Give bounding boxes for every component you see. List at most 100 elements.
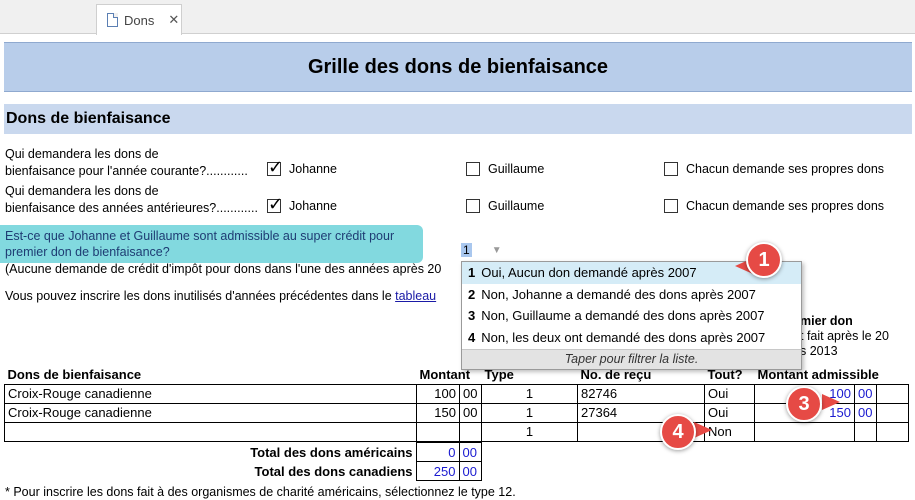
tab-dons[interactable]: Dons ✕ — [96, 4, 182, 35]
checkbox[interactable] — [466, 162, 480, 176]
table-row: 1 Non — [4, 421, 909, 442]
side-text-line: s 2013 — [800, 344, 838, 358]
table-row: Croix-Rouge canadienne 150 00 1 27364 Ou… — [4, 402, 909, 423]
total-ca-amount: 250 — [415, 461, 460, 481]
dropdown-filter-hint: Taper pour filtrer la liste. — [462, 349, 801, 369]
question-label-line: Qui demandera les dons de — [5, 184, 159, 198]
cell-empty — [876, 402, 909, 423]
cell-amount[interactable] — [416, 421, 460, 442]
cell-eligible-cents: 00 — [854, 402, 877, 423]
question-label-line: bienfaisance des années antérieures?....… — [5, 201, 258, 215]
footnote: * Pour inscrire les dons fait à des orga… — [5, 485, 516, 499]
note-text: Vous pouvez inscrire les dons inutilisés… — [5, 289, 396, 303]
cell-eligible-cents: 00 — [854, 383, 877, 404]
select-value: 1 — [461, 243, 472, 257]
option-label: Johanne — [289, 199, 337, 213]
cell-amount[interactable]: 150 — [416, 402, 460, 423]
super-credit-select[interactable]: 1 ▼ — [461, 242, 511, 258]
cell-amount[interactable]: 100 — [416, 383, 460, 404]
callout-badge-4: 4 — [660, 414, 696, 450]
cell-eligible-cents — [854, 421, 877, 442]
question-previous-years: Qui demandera les dons de bienfaisance d… — [5, 183, 258, 217]
tab-bar: Dons ✕ — [0, 0, 915, 35]
page-title: Grille des dons de bienfaisance — [4, 42, 912, 92]
total-ca-label: Total des dons canadiens — [254, 463, 413, 479]
cell-all[interactable]: Oui — [704, 402, 755, 423]
option-label: Chacun demande ses propres dons — [686, 199, 885, 213]
option-label: Chacun demande ses propres dons — [686, 162, 885, 176]
cell-name[interactable]: Croix-Rouge canadienne — [4, 402, 417, 423]
super-credit-note: (Aucune demande de crédit d'impôt pour d… — [5, 262, 442, 276]
option-each-previous[interactable]: Chacun demande ses propres dons — [664, 199, 884, 213]
close-icon[interactable]: ✕ — [168, 12, 179, 28]
option-number: 1 — [468, 265, 476, 281]
document-icon — [107, 13, 118, 27]
option-number: 4 — [468, 329, 476, 345]
total-row-us: Total des dons américains 0 00 — [4, 442, 482, 462]
tab-label: Dons — [124, 12, 155, 28]
super-credit-question: Est-ce que Johanne et Guillaume sont adm… — [0, 225, 423, 263]
checkbox[interactable] — [267, 194, 283, 215]
total-ca-cents: 00 — [458, 461, 482, 481]
checkbox[interactable] — [664, 199, 678, 213]
totals-table: Total des dons américains 0 00 Total des… — [4, 442, 482, 481]
cell-empty — [876, 383, 909, 404]
question-label-line: Qui demandera les dons de — [5, 147, 159, 161]
total-us-amount: 0 — [415, 442, 460, 462]
question-label-line: bienfaisance pour l'année courante?.....… — [5, 164, 248, 178]
side-text-line: t fait après le 20 — [800, 329, 889, 343]
cell-type[interactable]: 1 — [481, 383, 578, 404]
question-current-year: Qui demandera les dons de bienfaisance p… — [5, 146, 248, 180]
table-row: Croix-Rouge canadienne 100 00 1 82746 Ou… — [4, 383, 909, 404]
option-label: Guillaume — [488, 199, 545, 213]
column-header-name: Dons de bienfaisance — [4, 365, 417, 385]
super-credit-dropdown[interactable]: 1 Oui, Aucun don demandé après 2007 2 No… — [461, 261, 802, 370]
option-label: Non, les deux ont demandé des dons après… — [481, 329, 766, 345]
dropdown-option-3[interactable]: 3 Non, Guillaume a demandé des dons aprè… — [462, 305, 801, 327]
callout-badge-1: 1 — [746, 242, 782, 278]
option-label: Non, Guillaume a demandé des dons après … — [481, 308, 765, 324]
callout-badge-3: 3 — [786, 386, 822, 422]
total-us-label: Total des dons américains — [250, 444, 413, 460]
cell-type[interactable]: 1 — [481, 421, 578, 442]
cell-all[interactable]: Oui — [704, 383, 755, 404]
cell-all[interactable]: Non — [704, 421, 755, 442]
option-guillaume-previous[interactable]: Guillaume — [466, 199, 544, 213]
cell-cents[interactable] — [459, 421, 482, 442]
tableau-link[interactable]: tableau — [395, 289, 436, 303]
option-label: Guillaume — [488, 162, 545, 176]
question-label-line: premier don de bienfaisance? — [5, 245, 170, 259]
option-label: Non, Johanne a demandé des dons après 20… — [481, 286, 756, 302]
option-number: 3 — [468, 308, 476, 324]
option-guillaume-current[interactable]: Guillaume — [466, 162, 544, 176]
callout-pointer — [694, 422, 712, 438]
cell-name[interactable] — [4, 421, 417, 442]
checkbox[interactable] — [267, 157, 283, 178]
side-heading: mier don — [800, 314, 853, 328]
option-johanne-previous[interactable]: Johanne — [267, 194, 337, 215]
option-label: Johanne — [289, 162, 337, 176]
cell-eligible — [754, 421, 855, 442]
donations-table: Dons de bienfaisance Montant Type No. de… — [4, 365, 909, 442]
dropdown-option-2[interactable]: 2 Non, Johanne a demandé des dons après … — [462, 284, 801, 306]
cell-cents[interactable]: 00 — [459, 402, 482, 423]
cell-name[interactable]: Croix-Rouge canadienne — [4, 383, 417, 404]
callout-pointer — [822, 394, 840, 410]
option-number: 2 — [468, 286, 476, 302]
cell-cents[interactable]: 00 — [459, 383, 482, 404]
option-each-current[interactable]: Chacun demande ses propres dons — [664, 162, 884, 176]
cell-type[interactable]: 1 — [481, 402, 578, 423]
option-johanne-current[interactable]: Johanne — [267, 157, 337, 178]
total-row-ca: Total des dons canadiens 250 00 — [4, 461, 482, 481]
cell-receipt[interactable]: 82746 — [577, 383, 705, 404]
question-label-line: Est-ce que Johanne et Guillaume sont adm… — [5, 229, 395, 243]
section-title: Dons de bienfaisance — [4, 104, 912, 134]
dropdown-option-4[interactable]: 4 Non, les deux ont demandé des dons apr… — [462, 327, 801, 349]
cell-empty — [876, 421, 909, 442]
option-label: Oui, Aucun don demandé après 2007 — [481, 265, 697, 281]
checkbox[interactable] — [664, 162, 678, 176]
total-us-cents: 00 — [458, 442, 482, 462]
unused-donations-note: Vous pouvez inscrire les dons inutilisés… — [5, 289, 436, 303]
checkbox[interactable] — [466, 199, 480, 213]
chevron-down-icon[interactable]: ▼ — [492, 245, 502, 256]
